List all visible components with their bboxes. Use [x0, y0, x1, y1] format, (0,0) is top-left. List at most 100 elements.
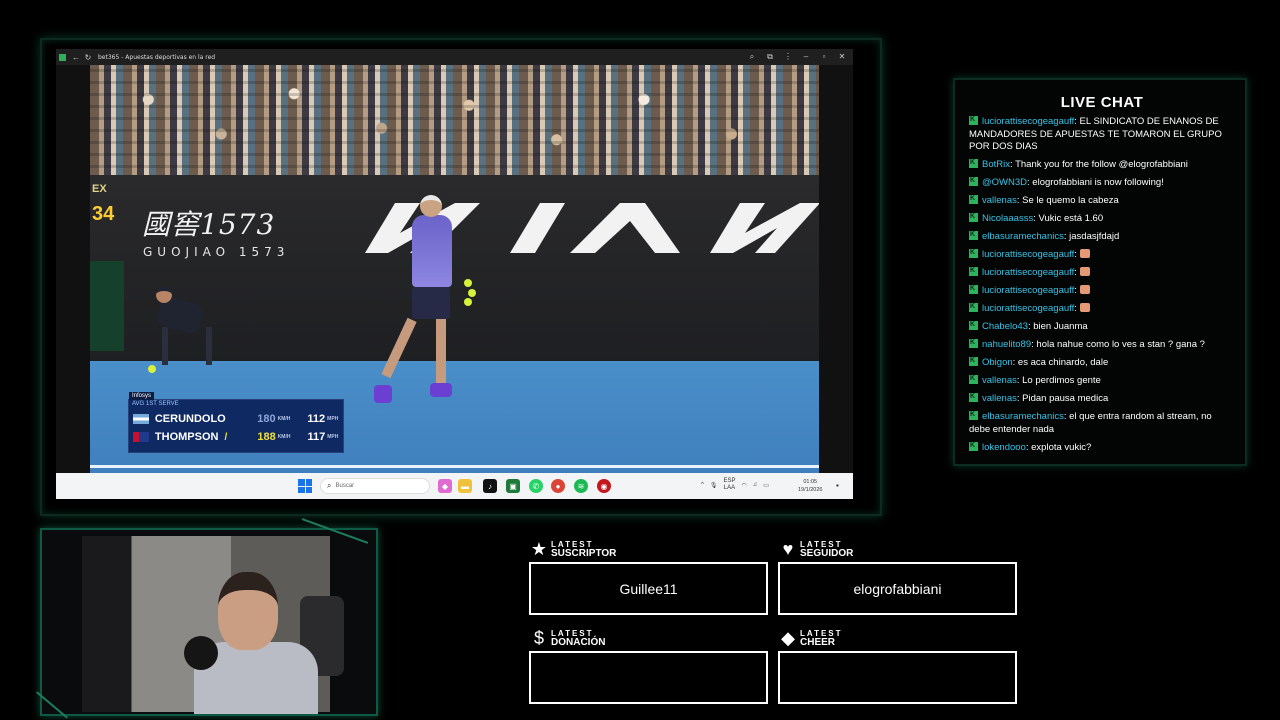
tennis-ball	[464, 298, 472, 306]
latest-cheer-value	[778, 651, 1017, 704]
australia-flag-icon	[133, 432, 149, 442]
chat-username[interactable]: luciorattisecogeagauff	[982, 285, 1074, 296]
more-menu-icon[interactable]: ⋮	[783, 52, 793, 62]
serve-indicator: /	[224, 431, 228, 443]
chat-message: elbasuramechanics: jasdasjfdajd	[969, 229, 1231, 244]
scoreboard-row: THOMPSON / 188 KM/H 117 MPH	[129, 428, 345, 446]
spotify-icon[interactable]: ≋	[574, 479, 588, 493]
chat-message: lokendooo: explota vukic?	[969, 440, 1231, 455]
taskbar-search[interactable]: ⌕ Buscar	[320, 478, 430, 494]
chat-text: jasdasjfdajd	[1069, 231, 1120, 242]
court-baseline	[90, 465, 819, 468]
bet365-favicon-icon	[59, 53, 66, 61]
chat-message: luciorattisecogeagauff:	[969, 247, 1231, 262]
kick-badge-icon	[969, 193, 978, 206]
serve-speed-kmh: 180	[257, 413, 276, 425]
latest-label-big: SEGUIDOR	[800, 548, 854, 559]
search-icon: ⌕	[327, 481, 332, 490]
emote-icon	[1079, 267, 1090, 276]
chat-username[interactable]: BotRix	[982, 159, 1010, 170]
tray-clock[interactable]: 01:05 19/1/2026	[798, 478, 822, 494]
tab-title: bet365 - Apuestas deportivas en la red	[98, 53, 216, 61]
chat-username[interactable]: elbasuramechanics	[982, 231, 1064, 242]
scoreboard-row: CERUNDOLO 180 KM/H 112 MPH	[129, 410, 345, 428]
close-button[interactable]: ✕	[837, 52, 847, 62]
kick-badge-icon	[969, 440, 978, 452]
kick-badge-icon	[969, 157, 978, 170]
zoom-icon[interactable]: ⌕	[747, 52, 757, 62]
emote-icon	[1079, 249, 1090, 258]
kick-badge-icon	[969, 283, 978, 296]
notification-icon[interactable]: ▪	[836, 481, 839, 490]
reload-icon[interactable]: ↻	[82, 51, 94, 63]
whatsapp-icon[interactable]: ✆	[529, 479, 543, 493]
chat-username[interactable]: vallenas	[982, 195, 1017, 206]
court-clock-value: 34	[92, 203, 115, 225]
tiktok-icon[interactable]: ♪	[483, 479, 497, 493]
chat-username[interactable]: nahuelito89	[982, 339, 1031, 350]
kick-badge-icon	[969, 301, 978, 314]
emote-icon	[1079, 285, 1090, 294]
battery-icon[interactable]: ▭	[763, 482, 769, 489]
ballboy-legs	[162, 327, 212, 365]
chrome-icon[interactable]: ●	[551, 479, 565, 493]
language-indicator[interactable]: ESP LAA	[723, 478, 735, 492]
microphone-icon[interactable]: 🎙	[710, 482, 718, 489]
chat-text: Pidan pausa medica	[1022, 393, 1109, 404]
minimize-button[interactable]: –	[801, 52, 811, 62]
chat-message: Nicolaaasss: Vukic está 1.60	[969, 211, 1231, 226]
chat-username[interactable]: Chabelo43	[982, 321, 1028, 332]
court-clock-panel	[90, 261, 124, 351]
scoreboard-brand: Infosys	[129, 392, 155, 400]
latest-seguidor-value: elogrofabbiani	[778, 562, 1017, 615]
player-name-text: THOMPSON	[154, 431, 219, 443]
tennis-ball	[148, 365, 156, 373]
chat-username[interactable]: vallenas	[982, 375, 1017, 386]
start-button[interactable]	[298, 479, 312, 493]
language-code: ESP	[723, 478, 736, 484]
microphone	[184, 636, 218, 670]
chat-message: Chabelo43: bien Juanma	[969, 319, 1231, 334]
tennis-ball	[464, 279, 472, 287]
chat-message: vallenas: Se le quemo la cabeza	[969, 193, 1231, 208]
chat-username[interactable]: luciorattisecogeagauff	[982, 249, 1074, 260]
chevron-up-icon[interactable]: ^	[701, 482, 704, 488]
chat-username[interactable]: luciorattisecogeagauff	[982, 267, 1074, 278]
chat-username[interactable]: Nicolaaasss	[982, 213, 1033, 224]
chat-username[interactable]: elbasuramechanics	[982, 411, 1064, 422]
chat-username[interactable]: lokendooo	[982, 442, 1026, 453]
unit-kmh: KM/H	[277, 434, 291, 440]
chat-username[interactable]: @OWN3D	[982, 177, 1027, 188]
copilot-icon[interactable]: ◆	[438, 479, 452, 493]
chat-message: luciorattisecogeagauff:	[969, 265, 1231, 280]
chat-title: LIVE CHAT	[1060, 94, 1144, 111]
search-placeholder: Buscar	[335, 483, 355, 489]
video-player[interactable]: 國窖1573 GUOJIAO 1573 EX 34 Infosys AVG 1S…	[56, 65, 853, 473]
kick-badge-icon	[969, 265, 978, 278]
player-name: CERUNDOLO	[154, 413, 226, 425]
volume-icon[interactable]: ♫	[753, 482, 758, 488]
extensions-icon[interactable]: ⧉	[765, 52, 775, 62]
latest-donacion-value	[529, 651, 768, 704]
serve-speed-mph: 112	[307, 413, 326, 425]
chat-username[interactable]: Obigon	[982, 357, 1013, 368]
kick-badge-icon	[969, 211, 978, 224]
kick-badge-icon	[969, 116, 978, 127]
court-clock-brand: EX	[92, 183, 107, 195]
chat-message: luciorattisecogeagauff: EL SINDICATO DE …	[969, 116, 1231, 154]
kick-badge-icon	[969, 409, 978, 422]
app-icon[interactable]: ▣	[506, 479, 520, 493]
chat-message-list[interactable]: luciorattisecogeagauff: EL SINDICATO DE …	[969, 116, 1231, 458]
wifi-icon[interactable]: ◠	[741, 482, 746, 489]
file-explorer-icon[interactable]: ▬	[458, 479, 472, 493]
chat-text: Thank you for the follow @elogrofabbiani	[1015, 159, 1188, 170]
chat-username[interactable]: luciorattisecogeagauff	[982, 303, 1074, 314]
chat-username[interactable]: vallenas	[982, 393, 1017, 404]
kick-badge-icon	[969, 175, 978, 188]
chat-text: explota vukic?	[1031, 441, 1092, 453]
obs-icon[interactable]: ◉	[597, 479, 611, 493]
chat-username[interactable]: luciorattisecogeagauff	[982, 116, 1074, 127]
dollar-icon: $	[533, 627, 544, 648]
back-arrow-icon[interactable]: ←	[70, 51, 82, 63]
maximize-button[interactable]: ▫	[819, 52, 829, 62]
